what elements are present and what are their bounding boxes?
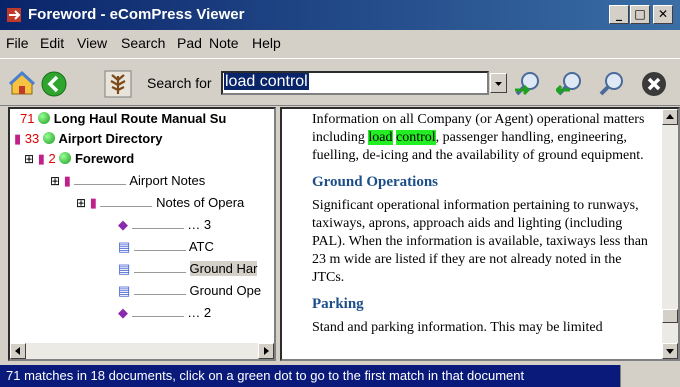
menu-pad[interactable]: Pad — [177, 35, 202, 51]
paragraph-parking: Stand and parking information. This may … — [312, 320, 603, 335]
tree-item-ground-handling[interactable]: ▤ Ground Har — [118, 261, 258, 279]
book-icon: ▮ — [14, 131, 22, 146]
tree-item-ellipsis-2[interactable]: ◆ … 2 — [118, 305, 211, 323]
menu-bar: File Edit View Search Pad Note Help — [0, 31, 680, 55]
scroll-down-button[interactable] — [662, 343, 678, 359]
tree-item-label: Long Haul Route Manual Su — [53, 111, 227, 126]
menu-search[interactable]: Search — [121, 35, 165, 51]
search-highlight: load — [368, 130, 393, 145]
menu-edit[interactable]: Edit — [40, 35, 64, 51]
document-view[interactable]: Information on all Company (or Agent) op… — [280, 107, 680, 361]
maximize-button[interactable]: □ — [630, 5, 650, 24]
menu-note[interactable]: Note — [209, 35, 239, 51]
tree-item-label: Notes of Opera — [156, 195, 245, 210]
tree-item-ground-operations[interactable]: ▤ Ground Ope — [118, 283, 261, 301]
close-button[interactable]: ✕ — [653, 5, 673, 24]
tree-item-atc[interactable]: ▤ ATC — [118, 239, 214, 257]
book-icon: ▮ — [63, 173, 71, 188]
document-icon: ▤ — [118, 239, 131, 254]
tree-item-notes-of-operations[interactable]: ⊞ ▮ Notes of Opera — [76, 195, 244, 213]
search-highlight: control — [396, 130, 436, 145]
home-icon[interactable] — [8, 70, 36, 98]
search-input[interactable]: load control — [221, 71, 489, 95]
paragraph-intro: Information on all Company (or Agent) op… — [312, 112, 645, 163]
menu-file[interactable]: File — [6, 35, 29, 51]
green-dot-icon[interactable] — [42, 132, 55, 144]
tree-item-label: Ground Har — [189, 261, 258, 276]
tree-item-label: … 2 — [187, 305, 212, 320]
chevron-up-icon — [666, 114, 674, 119]
search-input-value: load control — [224, 73, 309, 90]
paragraph-ground-operations: Significant operational information pert… — [312, 198, 648, 285]
contents-tree[interactable]: 71 Long Haul Route Manual Su ▮ 33 Airpor… — [8, 107, 276, 361]
book-stack-icon: ◆ — [118, 305, 128, 320]
chevron-right-icon — [264, 347, 269, 355]
title-bar[interactable]: Foreword - eComPress Viewer _ □ ✕ — [0, 0, 680, 30]
match-count: 71 — [20, 111, 35, 126]
expand-icon[interactable]: ⊞ — [24, 152, 34, 166]
window-title: Foreword - eComPress Viewer — [28, 6, 245, 23]
expand-icon[interactable]: ⊞ — [50, 174, 60, 188]
expand-icon[interactable]: ⊞ — [76, 196, 86, 210]
document-content: Information on all Company (or Agent) op… — [312, 111, 652, 345]
tree-item-label: … 3 — [187, 217, 212, 232]
scroll-left-button[interactable] — [10, 343, 26, 359]
toolbar: Search for load control — [0, 58, 680, 106]
match-count: 2 — [48, 151, 56, 166]
book-icon: ▮ — [89, 195, 97, 210]
vertical-scrollbar[interactable] — [662, 109, 678, 359]
search-dropdown-button[interactable] — [490, 73, 507, 93]
menu-help[interactable]: Help — [252, 35, 281, 51]
tree-item-ellipsis-3[interactable]: ◆ … 3 — [118, 217, 211, 235]
tree-item-label: Airport Notes — [129, 173, 206, 188]
chevron-left-icon — [15, 347, 20, 355]
tree-item-label: Ground Ope — [189, 283, 262, 298]
green-dot-icon[interactable] — [38, 112, 51, 124]
search-icon[interactable] — [598, 70, 626, 98]
zoom-out-icon[interactable] — [556, 70, 584, 98]
search-label: Search for — [147, 75, 212, 91]
horizontal-scrollbar[interactable] — [10, 343, 274, 359]
book-icon: ▮ — [37, 151, 45, 166]
tree-item-long-haul[interactable]: 71 Long Haul Route Manual Su — [20, 111, 226, 129]
status-bar: 71 matches in 18 documents, click on a g… — [0, 365, 680, 387]
zoom-in-icon[interactable] — [514, 70, 542, 98]
resize-grip[interactable] — [620, 365, 680, 387]
menu-view[interactable]: View — [77, 35, 107, 51]
scroll-thumb[interactable] — [662, 309, 678, 323]
tree-item-label: Foreword — [74, 151, 135, 166]
green-dot-icon[interactable] — [59, 152, 72, 164]
back-arrow-icon[interactable] — [40, 70, 68, 98]
app-icon — [7, 8, 21, 22]
tree-item-airport-directory[interactable]: ▮ 33 Airport Directory — [14, 131, 163, 149]
document-icon: ▤ — [118, 261, 131, 276]
heading-ground-operations: Ground Operations — [312, 174, 438, 190]
tree-item-label: Airport Directory — [58, 131, 163, 146]
status-message: 71 matches in 18 documents, click on a g… — [6, 368, 525, 383]
scroll-right-button[interactable] — [258, 343, 274, 359]
tree-view-icon[interactable] — [104, 70, 132, 98]
close-icon[interactable] — [640, 70, 668, 98]
scroll-up-button[interactable] — [662, 109, 678, 125]
tree-item-foreword[interactable]: ⊞ ▮ 2 Foreword — [24, 151, 134, 169]
chevron-down-icon — [495, 82, 502, 86]
minimize-button[interactable]: _ — [609, 5, 629, 24]
document-icon: ▤ — [118, 283, 131, 298]
tree-item-label: ATC — [188, 239, 214, 254]
tree-item-airport-notes[interactable]: ⊞ ▮ Airport Notes — [50, 173, 205, 191]
match-count: 33 — [24, 131, 40, 146]
chevron-down-icon — [666, 349, 674, 354]
book-stack-icon: ◆ — [118, 217, 128, 232]
heading-parking: Parking — [312, 296, 364, 312]
